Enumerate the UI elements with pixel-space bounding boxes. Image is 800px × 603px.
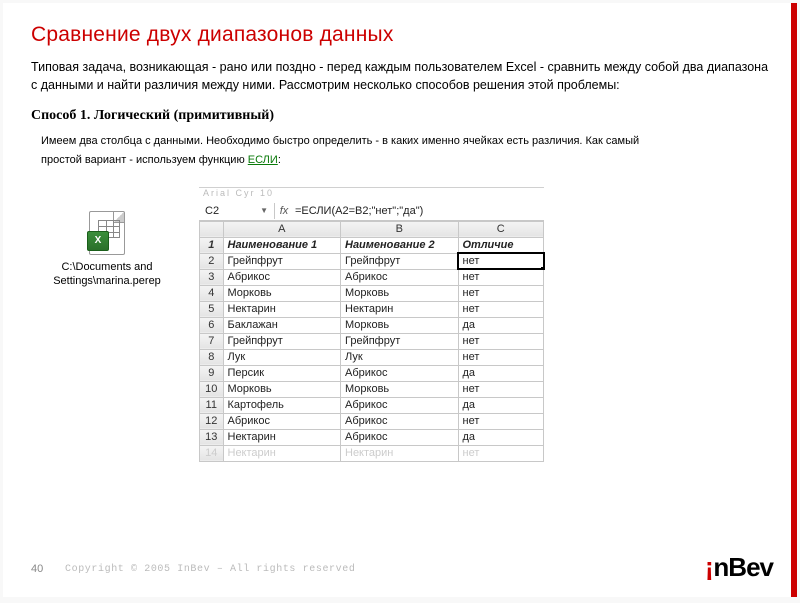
table-row: 3АбрикосАбрикоснет [200,269,544,285]
table-row: 4МорковьМорковьнет [200,285,544,301]
formula-text: =ЕСЛИ(A2=B2;"нет";"да") [293,205,423,217]
col-header[interactable]: C [458,221,544,237]
chevron-down-icon: ▼ [260,206,268,215]
excel-screenshot: Arial Cyr 10 C2 ▼ fx =ЕСЛИ(A2=B2;"нет";"… [199,187,544,462]
table-row: 11КартофельАбрикосда [200,397,544,413]
method-heading: Способ 1. Логический (примитивный) [31,108,769,124]
table-row: 10МорковьМорковьнет [200,381,544,397]
table-row: 9ПерсикАбрикосда [200,365,544,381]
table-row: 7ГрейпфрутГрейпфрутнет [200,333,544,349]
file-attachment[interactable]: X C:\Documents and Settings\marina.perep [37,211,177,289]
method-desc-line2: простой вариант - используем функцию ЕСЛ… [41,153,769,168]
table-row: 2 Грейпфрут Грейпфрут нет [200,253,544,269]
col-header[interactable]: A [223,221,341,237]
function-link[interactable]: ЕСЛИ [248,154,278,166]
page-number: 40 [31,563,43,575]
corner-cell[interactable] [200,221,224,237]
table-row: 13НектаринАбрикосда [200,429,544,445]
cell[interactable]: Грейпфрут [341,253,459,269]
selected-cell[interactable]: нет [458,253,544,269]
cell-ref: C2 [205,205,219,217]
formula-bar: C2 ▼ fx =ЕСЛИ(A2=B2;"нет";"да") [199,202,544,221]
row-header[interactable]: 2 [200,253,224,269]
desc-prefix: простой вариант - используем функцию [41,154,248,166]
excel-file-icon: X [87,211,127,255]
slide: Сравнение двух диапазонов данных Типовая… [3,3,797,597]
table-row: 5НектаринНектариннет [200,301,544,317]
table-row: 14НектаринНектариннет [200,445,544,461]
content-row: X C:\Documents and Settings\marina.perep… [31,187,769,462]
fx-icon[interactable]: fx [275,205,293,217]
copyright: Copyright © 2005 InBev – All rights rese… [65,564,355,575]
table-row: 12АбрикосАбрикоснет [200,413,544,429]
desc-suffix: : [278,154,281,166]
intro-text: Типовая задача, возникающая - рано или п… [31,59,769,94]
name-box[interactable]: C2 ▼ [199,203,275,219]
table-row: 8ЛукЛукнет [200,349,544,365]
col-header[interactable]: B [341,221,459,237]
brand-logo: !nBev [706,552,773,583]
file-path-label: C:\Documents and Settings\marina.perep [37,260,177,289]
col-header-row: A B C [200,221,544,237]
table-row: 1 Наименование 1 Наименование 2 Отличие [200,237,544,253]
page-title: Сравнение двух диапазонов данных [31,23,769,47]
row-header[interactable]: 1 [200,237,224,253]
method-desc-line1: Имеем два столбца с данными. Необходимо … [41,134,769,149]
spreadsheet-grid[interactable]: A B C 1 Наименование 1 Наименование 2 От… [199,221,544,462]
table-row: 6БаклажанМорковьда [200,317,544,333]
accent-strip [791,3,797,597]
cell[interactable]: Наименование 1 [223,237,341,253]
cell[interactable]: Отличие [458,237,544,253]
excel-toolbar: Arial Cyr 10 [199,188,544,202]
cell[interactable]: Наименование 2 [341,237,459,253]
cell[interactable]: Грейпфрут [223,253,341,269]
